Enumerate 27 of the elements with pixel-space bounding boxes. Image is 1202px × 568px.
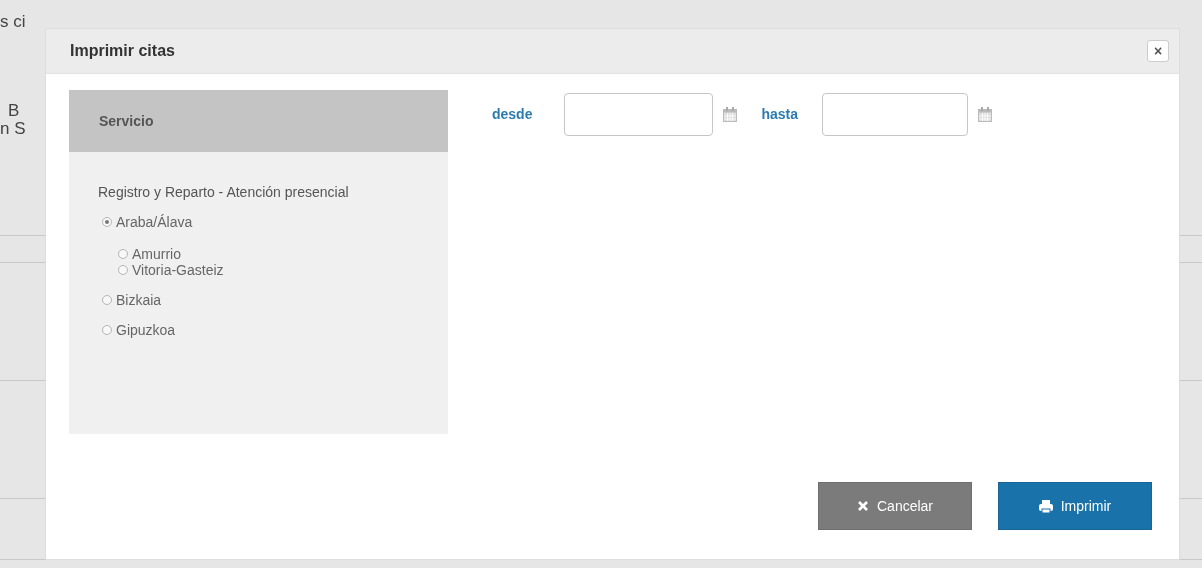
service-name: Registro y Reparto - Atención presencial [97, 183, 350, 200]
date-field[interactable] [564, 92, 714, 136]
radio-button[interactable] [102, 217, 112, 227]
date-label: hasta [761, 106, 799, 122]
radio-option[interactable]: Araba/Álava [102, 214, 448, 230]
background-text: B [7, 101, 20, 120]
panel-header: Servicio [69, 90, 448, 152]
background-text: n S [0, 119, 26, 138]
x-icon [857, 500, 869, 512]
date-field[interactable] [822, 92, 969, 136]
calendar-icon[interactable] [723, 106, 738, 122]
printer-icon [1038, 499, 1053, 513]
cancel-button[interactable]: Cancelar [818, 482, 972, 530]
radio-option[interactable]: Vitoria-Gasteiz [118, 262, 448, 278]
background-text: s ci [0, 12, 26, 31]
radio-button[interactable] [102, 295, 112, 305]
radio-option[interactable]: Amurrio [118, 246, 448, 262]
radio-button[interactable] [102, 325, 112, 335]
date-label: desde [492, 106, 533, 122]
radio-option[interactable]: Gipuzkoa [102, 322, 448, 338]
radio-option[interactable]: Bizkaia [102, 292, 448, 308]
radio-button[interactable] [118, 265, 128, 275]
close-button[interactable]: × [1147, 40, 1169, 62]
radio-button[interactable] [118, 249, 128, 259]
print-button[interactable]: Imprimir [998, 482, 1152, 530]
calendar-icon[interactable] [978, 106, 993, 122]
dialog-title: Imprimir citas [70, 42, 175, 60]
